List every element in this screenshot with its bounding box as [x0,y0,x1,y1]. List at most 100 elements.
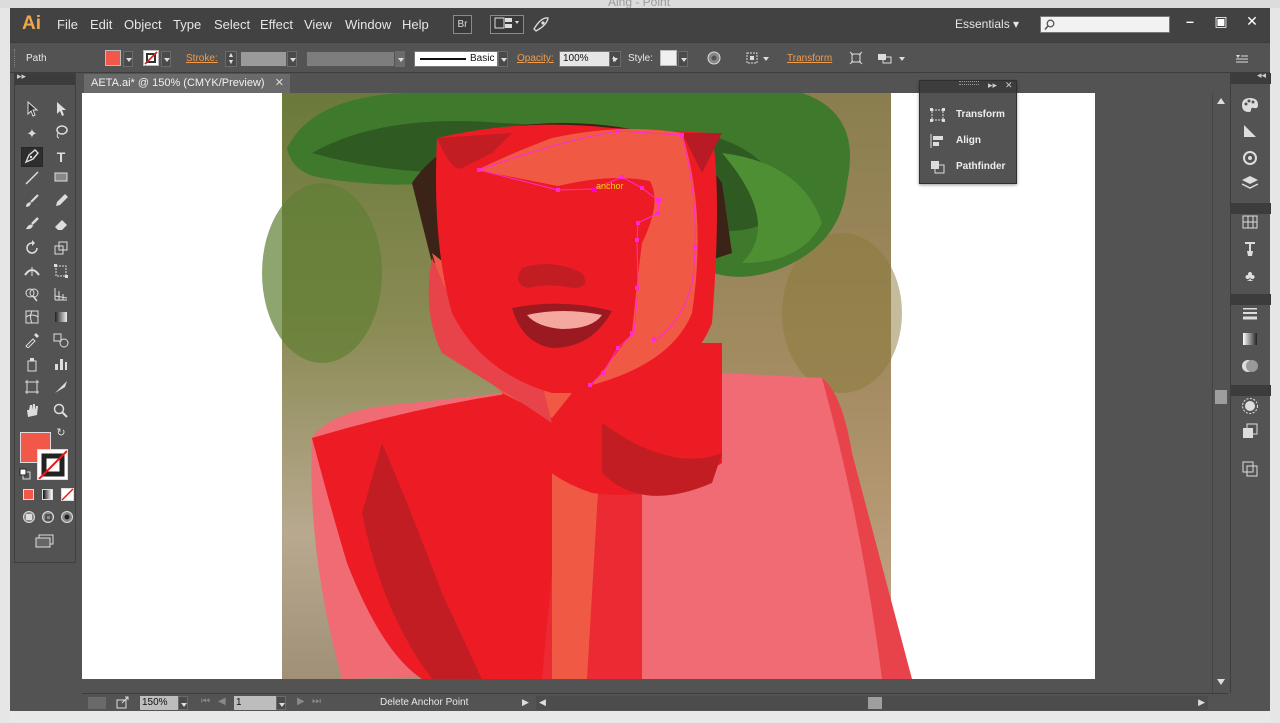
perspective-grid-tool[interactable] [50,286,72,306]
dock-group-header-4[interactable] [1231,385,1271,396]
scroll-left-icon[interactable]: ◀ [539,697,546,708]
help-search-input[interactable] [1040,16,1170,33]
previous-artboard-icon[interactable]: ◀ [218,696,226,707]
close-panel-icon[interactable]: ✕ [1005,80,1013,91]
menu-view[interactable]: View [304,17,332,32]
next-artboard-icon[interactable]: ▶ [297,696,305,707]
pencil-tool[interactable] [50,193,72,213]
fill-color-swatch[interactable] [105,50,121,66]
menu-select[interactable]: Select [214,17,250,32]
shape-builder-tool[interactable] [21,286,43,306]
panel-pathfinder-button[interactable]: Pathfinder [930,157,1015,177]
zoom-level-field[interactable]: 150% [140,696,178,710]
arrange-dropdown[interactable] [897,51,907,67]
layers-icon[interactable] [1240,175,1260,195]
artboard-tool[interactable] [21,379,43,399]
stroke-weight-dropdown[interactable] [287,51,297,67]
draw-inside-button[interactable] [59,510,75,526]
stroke-panel-icon[interactable] [1240,306,1260,326]
align-to-dropdown[interactable] [761,51,771,67]
maximize-button[interactable]: ▣ [1206,11,1236,31]
opacity-field[interactable]: 100% [559,51,610,67]
symbol-sprayer-tool[interactable] [21,356,43,376]
gradient-mode-button[interactable] [40,487,56,503]
menu-edit[interactable]: Edit [90,17,112,32]
close-window-button[interactable]: ✕ [1237,11,1267,31]
gradient-panel-icon[interactable] [1240,332,1260,352]
brush-definition-field[interactable]: Basic [414,51,498,67]
artboard-dropdown[interactable] [276,696,286,710]
stroke-weight-stepper[interactable]: ▲ ▼ [225,51,237,67]
zoom-tool[interactable] [50,403,72,423]
artboards-panel-icon[interactable] [1240,461,1260,481]
graphic-styles-icon[interactable] [1240,423,1260,443]
swatches-grid-icon[interactable] [1240,215,1260,235]
magic-wand-tool[interactable]: ✦ [21,124,43,144]
menu-object[interactable]: Object [124,17,162,32]
default-fill-stroke-button[interactable] [18,466,32,480]
gpu-performance-button[interactable] [530,15,552,34]
color-palette-icon[interactable] [1240,97,1260,117]
close-tab-icon[interactable]: ✕ [275,74,284,93]
recolor-artwork-button[interactable] [706,51,722,67]
swap-fill-stroke-icon[interactable]: ↻ [54,426,68,440]
scroll-up-icon[interactable] [1217,98,1225,104]
variable-width-dropdown[interactable] [395,51,405,67]
opacity-dropdown[interactable] [610,51,621,67]
workspace-switcher[interactable]: Essentials ▾ [955,17,1019,31]
arrange-button[interactable] [877,51,893,67]
pen-tool[interactable] [21,147,43,167]
dock-group-header[interactable]: ◂◂ [1231,70,1271,84]
type-tool[interactable]: T [50,147,72,167]
gradient-tool[interactable] [50,309,72,329]
rectangle-tool[interactable] [50,170,72,190]
opacity-panel-link[interactable]: Opacity: [517,53,554,64]
control-panel-menu[interactable] [1234,51,1250,67]
mesh-tool[interactable] [21,309,43,329]
tools-panel-header[interactable]: ▸▸ [15,71,75,85]
panel-align-button[interactable]: Align [930,131,1015,151]
horizontal-scroll-thumb[interactable] [868,697,882,709]
symbols-icon[interactable]: ♣ [1240,267,1260,287]
selection-tool[interactable] [21,100,43,121]
dock-group-header-2[interactable] [1231,203,1271,214]
zoom-dropdown[interactable] [178,696,188,710]
color-mode-button[interactable] [21,487,37,503]
blend-tool[interactable] [50,332,72,352]
color-guide-icon[interactable] [1240,123,1260,143]
graphic-style-dropdown[interactable] [678,51,688,67]
menu-window[interactable]: Window [345,17,391,32]
scale-tool[interactable] [50,240,72,260]
appearance-panel-icon[interactable] [1240,397,1260,417]
artboard-number-field[interactable]: 1 [234,696,276,710]
collapse-panel-icon[interactable]: ▸▸ [988,80,997,91]
stroke-color-box[interactable] [37,449,68,480]
rotate-tool[interactable] [21,240,43,260]
stroke-dropdown-arrow[interactable] [161,51,171,67]
width-tool[interactable] [21,263,43,283]
panel-transform-button[interactable]: Transform [930,105,1015,125]
floating-panel-header[interactable]: ▸▸ ✕ [920,80,1016,93]
status-menu-arrow[interactable]: ▶ [522,697,529,708]
brushes-icon[interactable] [1240,241,1260,261]
align-to-button[interactable] [745,51,761,67]
share-icon[interactable] [116,696,130,709]
fill-dropdown-arrow[interactable] [123,51,133,67]
paintbrush-tool[interactable] [21,193,43,213]
variable-width-profile[interactable] [306,51,395,67]
graphic-style-swatch[interactable] [660,50,677,66]
free-transform-tool[interactable] [50,263,72,283]
stroke-weight-field[interactable] [240,51,287,67]
stroke-color-swatch[interactable] [143,50,159,66]
document-tab[interactable]: AETA.ai* @ 150% (CMYK/Preview) ✕ [84,74,290,93]
slice-tool[interactable] [50,379,72,399]
minimize-button[interactable]: – [1175,11,1205,31]
libraries-icon[interactable] [1240,149,1260,169]
hand-tool[interactable] [21,403,43,423]
transparency-panel-icon[interactable] [1240,358,1260,378]
menu-help[interactable]: Help [402,17,429,32]
scroll-down-icon[interactable] [1217,679,1225,685]
dock-group-header-3[interactable] [1231,294,1271,305]
draw-behind-button[interactable] [40,510,56,526]
vertical-scrollbar[interactable] [1212,93,1228,693]
